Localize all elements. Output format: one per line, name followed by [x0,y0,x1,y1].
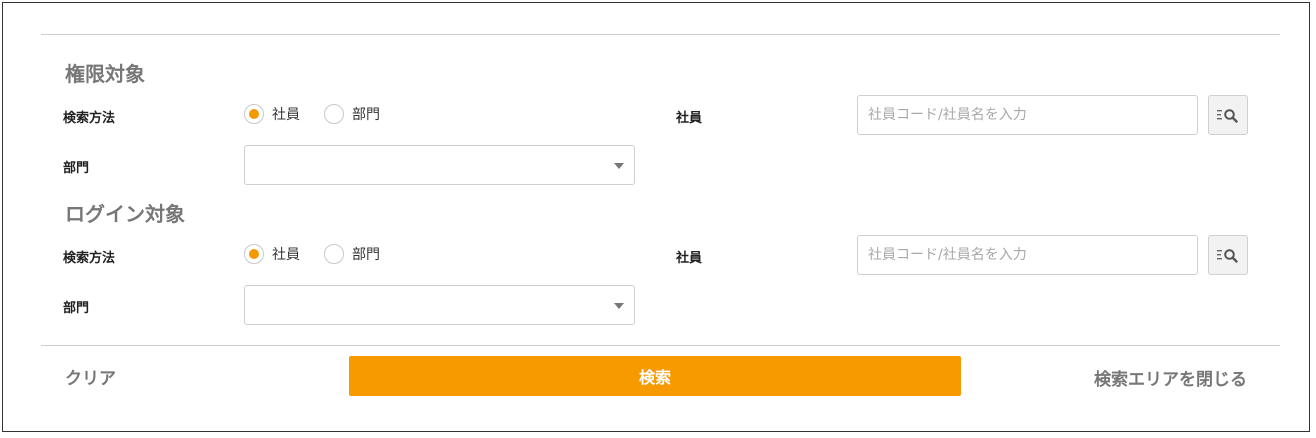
radio-circle-unchecked [324,104,344,124]
department-label: 部門 [63,301,90,316]
employee-label: 社員 [676,251,703,266]
department-select[interactable] [244,145,635,185]
employee-search-input[interactable] [857,235,1198,275]
top-divider [41,34,1280,35]
section-title-permission-target: 権限対象 [65,62,145,86]
search-panel: 権限対象 検索方法 社員 部門 社員 部門 ログイン対象 検索方法 社員 部門 … [2,2,1310,432]
section-title-login-target: ログイン対象 [65,202,185,226]
search-method-label: 検索方法 [63,251,116,266]
radio-department[interactable]: 部門 [324,244,380,264]
radio-department-label: 部門 [352,107,380,123]
search-method-label: 検索方法 [63,111,116,126]
department-select[interactable] [244,285,635,325]
list-search-icon [1217,109,1238,123]
radio-circle-checked [244,244,264,264]
radio-employee[interactable]: 社員 [244,244,300,264]
radio-circle-checked [244,104,264,124]
radio-department-label: 部門 [352,247,380,263]
caret-down-icon [614,303,624,309]
radio-circle-unchecked [324,244,344,264]
employee-search-button[interactable] [1208,95,1248,135]
radio-employee-label: 社員 [272,247,300,263]
department-label: 部門 [63,161,90,176]
employee-label: 社員 [676,111,703,126]
radio-employee-label: 社員 [272,107,300,123]
close-search-area-link[interactable]: 検索エリアを閉じる [1094,365,1247,390]
search-button[interactable]: 検索 [349,356,961,396]
caret-down-icon [614,163,624,169]
radio-employee[interactable]: 社員 [244,104,300,124]
clear-link[interactable]: クリア [65,364,116,389]
bottom-divider [41,345,1280,346]
employee-search-button[interactable] [1208,235,1248,275]
radio-department[interactable]: 部門 [324,104,380,124]
list-search-icon [1217,249,1238,263]
employee-search-input[interactable] [857,95,1198,135]
